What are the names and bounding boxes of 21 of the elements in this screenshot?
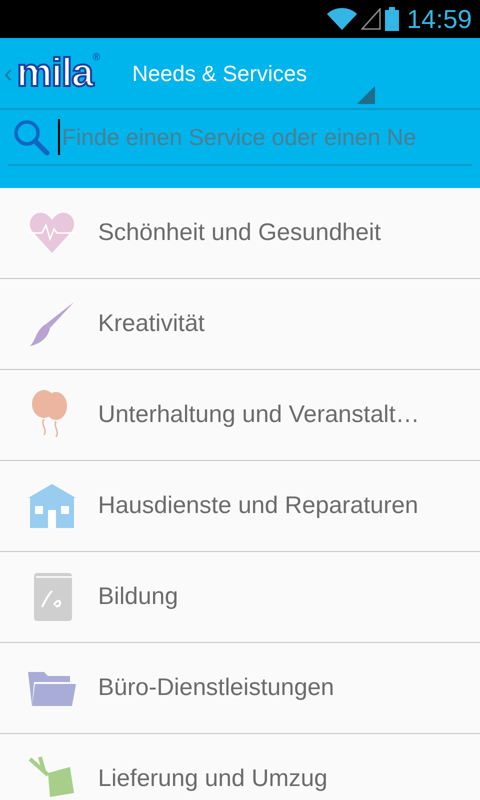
category-item[interactable]: Unterhaltung und Veranstalt… [0, 370, 480, 461]
category-label: Unterhaltung und Veranstalt… [98, 400, 420, 430]
category-item[interactable]: Hausdienste und Reparaturen [0, 461, 480, 552]
category-label: Bildung [98, 582, 178, 612]
app-logo: mila® [16, 53, 100, 93]
category-label: Büro-Dienstleistungen [98, 673, 334, 703]
category-item[interactable]: Lieferung und Umzug [0, 734, 480, 800]
clock: 14:59 [406, 2, 472, 36]
search-icon [12, 118, 50, 156]
category-label: Hausdienste und Reparaturen [98, 491, 418, 521]
category-item[interactable]: Schönheit und Gesundheit [0, 188, 480, 279]
signal-icon [360, 8, 381, 30]
battery-icon [384, 7, 399, 31]
dropdown-corner-icon [357, 86, 375, 104]
category-item[interactable]: Bildung [0, 552, 480, 643]
category-label: Kreativität [98, 309, 205, 339]
category-label: Lieferung und Umzug [98, 764, 328, 794]
category-item[interactable]: Kreativität [0, 279, 480, 370]
category-item[interactable]: Büro-Dienstleistungen [0, 643, 480, 734]
wifi-icon [326, 8, 357, 30]
category-label: Schönheit und Gesundheit [98, 218, 381, 248]
